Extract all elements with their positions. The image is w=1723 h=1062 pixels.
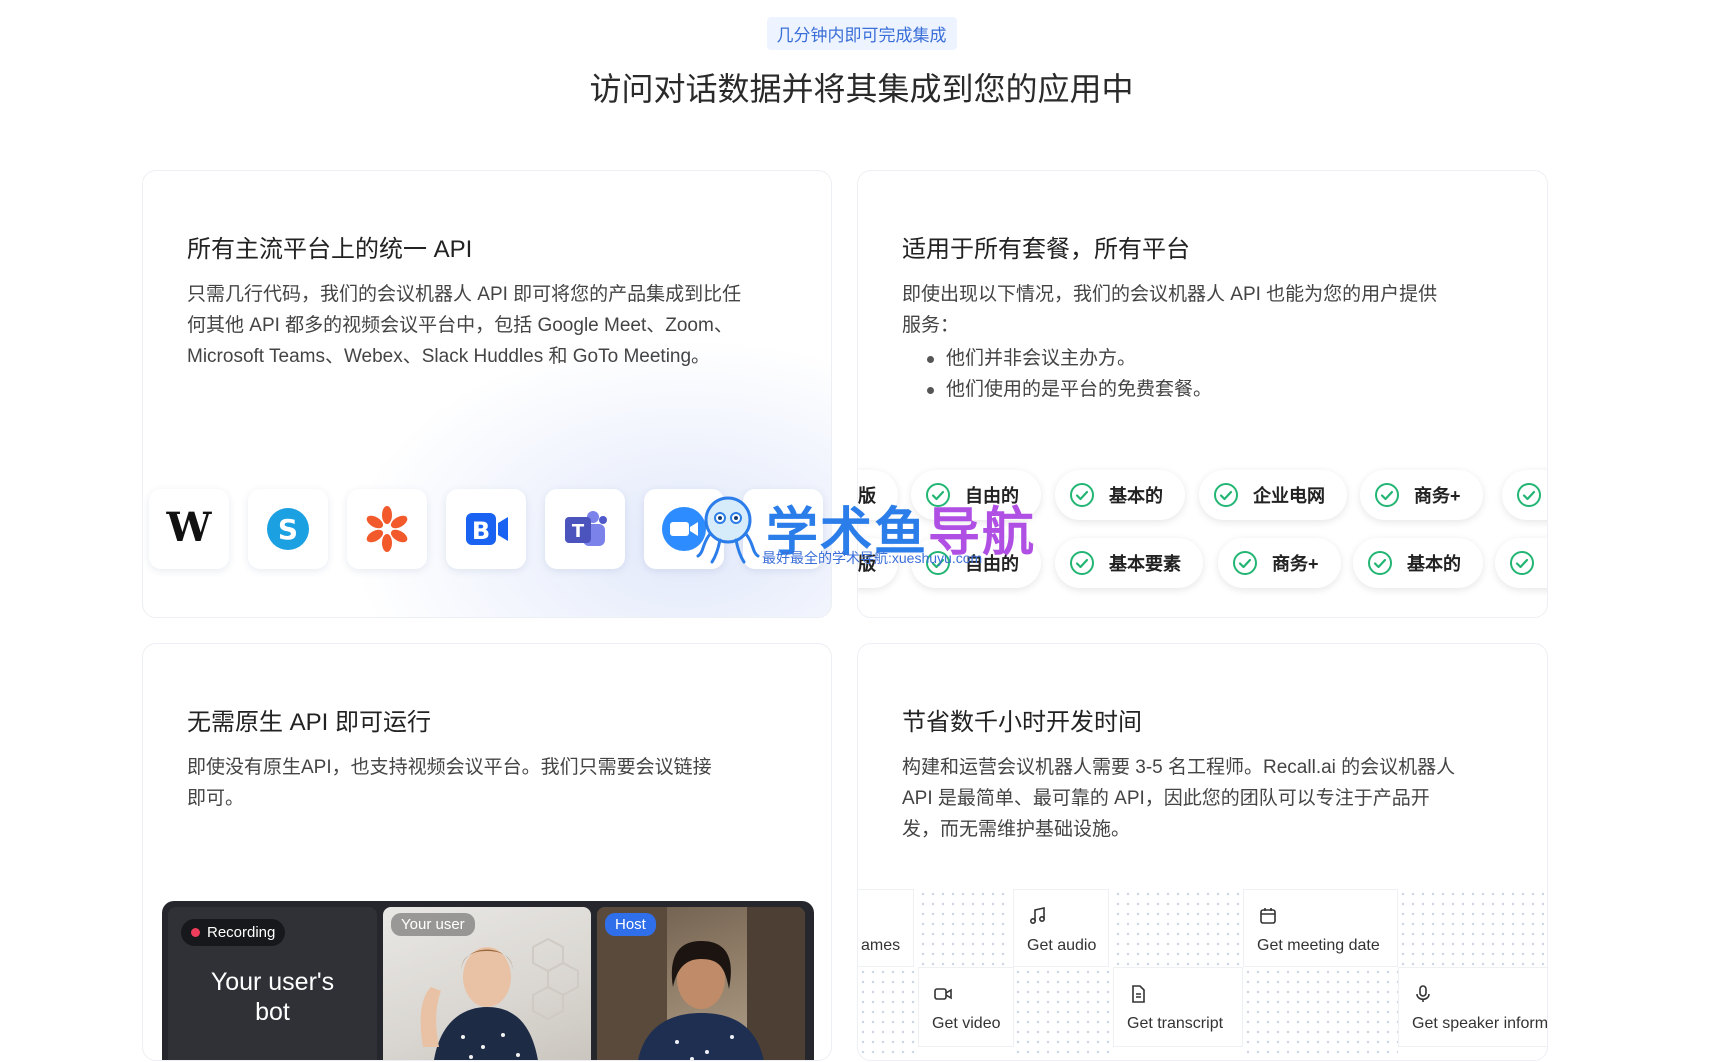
feature-grid: ames Get audio Get meeting date Get vide… [858,889,1548,1060]
desc-line: 发，而无需维护基础设施。 [902,819,1131,840]
plan-pill: 基本的 [1055,470,1185,520]
svg-text:W: W [166,504,213,551]
bot-label-line: Your user's [210,968,335,996]
card-save-dev-time: 节省数千小时开发时间 构建和运营会议机器人需要 3-5 名工程师。Recall.… [857,643,1548,1061]
desc-line: 何其他 API 都多的视频会议平台中，包括 Google Meet、Zoom、 [187,315,733,336]
bullet-list: 他们并非会议主办方。 他们使用的是平台的免费套餐。 [902,343,1437,405]
card-title: 适用于所有套餐，所有平台 [902,236,1190,263]
desc-line: 即使出现以下情况，我们的会议机器人 API 也能为您的用户提供 [902,284,1438,305]
card-title: 无需原生 API 即可运行 [187,709,432,736]
dot-pattern [1243,967,1398,1060]
check-circle-icon [1510,551,1534,575]
desc-line: 即可。 [187,788,245,809]
card-title: 节省数千小时开发时间 [902,709,1142,736]
pill-label: 基本的 [1407,554,1461,574]
bot-label: Your user's bot [168,967,377,1027]
feature-tile-speaker: Get speaker informa [1398,967,1548,1047]
plan-pill [1495,538,1547,588]
svg-text:S: S [278,513,298,546]
svg-text:T: T [572,521,585,542]
check-circle-icon [1517,483,1541,507]
plan-pill: 基本要素 [1055,538,1203,588]
watermark-subtitle: 最好最全的学术导航:xueshuyu.com [762,550,983,566]
feature-label: Get meeting date [1257,937,1380,954]
card-description: 即使出现以下情况，我们的会议机器人 API 也能为您的用户提供 服务： 他们并非… [902,279,1437,405]
card-no-native-api: 无需原生 API 即可运行 即使没有原生API，也支持视频会议平台。我们只需要会… [142,643,832,1061]
feature-label: Get transcript [1127,1015,1224,1032]
document-icon [1132,985,1145,1003]
video-camera-icon [934,988,952,1000]
feature-tile-audio: Get audio [1013,889,1109,967]
meeting-preview: Recording Your user's bot Your user Host [162,901,814,1060]
desc-line: 即使没有原生API，也支持视频会议平台。我们只需要会议链接 [187,757,712,778]
check-circle-icon [1368,551,1392,575]
feature-label: ames [861,937,901,954]
bot-tile: Recording Your user's bot [168,907,377,1060]
pill-label: 商务+ [1414,486,1461,506]
calendar-icon [1260,908,1276,924]
pill-label: 基本的 [1109,486,1163,506]
pill-label: 基本要素 [1109,554,1181,574]
card-description: 构建和运营会议机器人需要 3-5 名工程师。Recall.ai 的会议机器人 A… [902,752,1455,845]
recording-badge: Recording [181,919,286,946]
card-title: 所有主流平台上的统一 API [187,236,473,263]
dot-pattern [1113,889,1243,967]
feature-tile-transcript: Get transcript [1113,967,1243,1047]
bullet-item: 他们并非会议主办方。 [902,343,1437,374]
pill-label: 企业电网 [1253,486,1325,506]
plan-pill: 基本的 [1353,538,1483,588]
dot-pattern [858,967,918,1060]
card-description: 即使没有原生API，也支持视频会议平台。我们只需要会议链接 即可。 [187,752,712,814]
host-badge: Host [605,913,656,936]
plan-pill: 商务+ [1218,538,1341,588]
host-video-tile: Host [597,907,805,1060]
microsoft-teams-icon: T [545,489,625,569]
desc-line: 构建和运营会议机器人需要 3-5 名工程师。Recall.ai 的会议机器人 [902,757,1456,778]
feature-tile-video: Get video [918,967,1014,1047]
dot-pattern [1398,889,1547,967]
asterisk-app-icon [347,489,427,569]
card-description: 只需几行代码，我们的会议机器人 API 即可将您的产品集成到比任 何其他 API… [187,279,741,372]
check-circle-icon [1070,483,1094,507]
skype-icon: S [248,489,328,569]
octopus-logo-icon [696,496,760,564]
check-circle-icon [1214,483,1238,507]
user-video-tile: Your user [383,907,591,1060]
microphone-icon [1416,985,1430,1002]
webex-w-icon: W [149,489,229,569]
watermark: 学术鱼导航 最好最全的学术导航:xueshuyu.com [690,490,1050,570]
feature-label: Get speaker informa [1412,1015,1548,1032]
plan-pill [1502,470,1547,520]
feature-tile-meeting-date: Get meeting date [1243,889,1398,967]
eyebrow-badge: 几分钟内即可完成集成 [766,17,957,50]
plan-pill: 商务+ [1360,470,1483,520]
check-circle-icon [1375,483,1399,507]
feature-label: Get audio [1027,937,1097,954]
blue-b-meeting-icon: B [446,489,526,569]
check-circle-icon [1233,551,1257,575]
feature-tile-names: ames [858,889,914,967]
recording-label: Recording [207,924,276,941]
desc-line: 服务： [902,315,960,336]
your-user-badge: Your user [391,913,475,936]
bot-label-line: bot [255,998,290,1026]
feature-label: Get video [932,1015,1001,1032]
dot-pattern [918,889,1008,967]
bullet-item: 他们使用的是平台的免费套餐。 [902,374,1437,405]
plan-pill: 企业电网 [1199,470,1347,520]
check-circle-icon [1070,551,1094,575]
desc-line: 只需几行代码，我们的会议机器人 API 即可将您的产品集成到比任 [187,284,742,305]
dot-pattern [1013,967,1113,1060]
svg-text:B: B [472,517,490,545]
section-headline: 访问对话数据并将其集成到您的应用中 [589,71,1134,107]
music-note-icon [1029,907,1046,925]
desc-line: API 是最简单、最可靠的 API，因此您的团队可以专注于产品开 [902,788,1430,809]
desc-line: Microsoft Teams、Webex、Slack Huddles 和 Go… [187,346,711,367]
pill-label: 商务+ [1272,554,1319,574]
recording-dot-icon [191,928,200,937]
